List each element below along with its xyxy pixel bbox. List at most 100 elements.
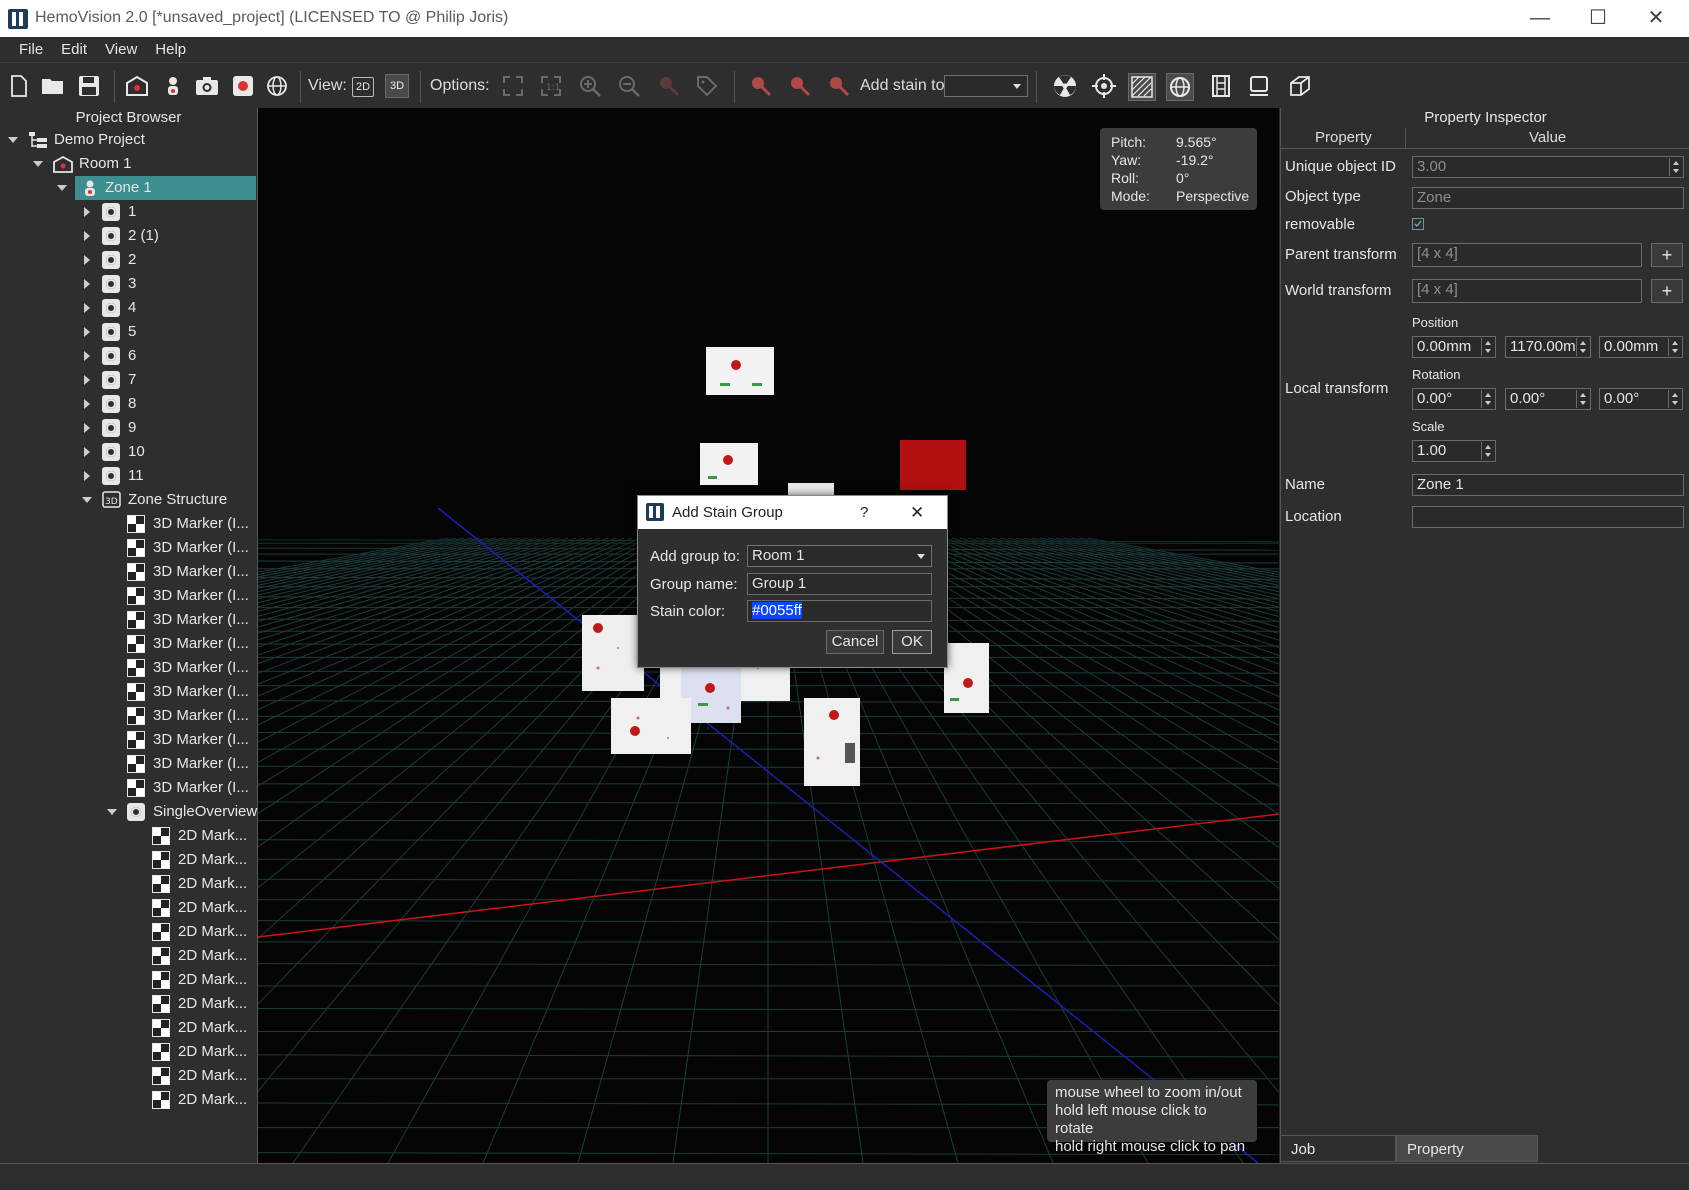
tree-item-single-overview[interactable]: SingleOverview: [0, 800, 257, 824]
add-stain-select[interactable]: [944, 75, 1028, 97]
tree-item-2d-marker[interactable]: 2D Mark...: [0, 848, 257, 872]
expand-toggle[interactable]: [84, 399, 90, 409]
object-type-field[interactable]: Zone: [1412, 187, 1684, 209]
tree-item-zone-structure[interactable]: 3D Zone Structure: [0, 488, 257, 512]
save-icon[interactable]: [76, 73, 102, 99]
perspective-cube-icon[interactable]: [1287, 73, 1313, 99]
expand-toggle[interactable]: [84, 303, 90, 313]
dialog-close-button[interactable]: ✕: [910, 503, 924, 523]
add-camera-icon[interactable]: [194, 73, 220, 99]
close-window-button[interactable]: ✕: [1633, 4, 1679, 32]
tree-item-2d-marker[interactable]: 2D Mark...: [0, 896, 257, 920]
tree-item-3d-marker[interactable]: 3D Marker (I...: [0, 632, 257, 656]
actual-size-icon[interactable]: 1:1: [538, 73, 564, 99]
tree-item-2d-marker[interactable]: 2D Mark...: [0, 1016, 257, 1040]
expand-toggle[interactable]: [84, 471, 90, 481]
menu-help[interactable]: Help: [146, 37, 195, 62]
stain-color-input[interactable]: #0055ff: [747, 600, 932, 622]
tree-item-2d-marker[interactable]: 2D Mark...: [0, 1040, 257, 1064]
tree-item-camera[interactable]: 8: [0, 392, 257, 416]
tree-item-2d-marker[interactable]: 2D Mark...: [0, 944, 257, 968]
view-2d-button[interactable]: 2D: [352, 77, 374, 97]
add-marker-icon[interactable]: [230, 73, 256, 99]
tree-item-3d-marker[interactable]: 3D Marker (I...: [0, 512, 257, 536]
expand-toggle[interactable]: [84, 231, 90, 241]
fit-view-icon[interactable]: [500, 73, 526, 99]
expand-toggle[interactable]: [84, 375, 90, 385]
stain-remove-icon[interactable]: [826, 73, 852, 99]
help-button[interactable]: ?: [860, 504, 868, 521]
parent-transform-expand-button[interactable]: +: [1651, 243, 1683, 267]
tree-item-demo-project[interactable]: Demo Project: [0, 128, 257, 152]
tree-item-camera[interactable]: 6: [0, 344, 257, 368]
open-folder-icon[interactable]: [40, 73, 66, 99]
tree-item-camera[interactable]: 9: [0, 416, 257, 440]
globe-icon[interactable]: [264, 73, 290, 99]
expand-toggle[interactable]: [84, 351, 90, 361]
new-file-icon[interactable]: [6, 73, 32, 99]
scale-field[interactable]: 1.00: [1412, 440, 1496, 462]
minimize-button[interactable]: —: [1517, 4, 1563, 32]
spinner-icon[interactable]: [1481, 390, 1494, 408]
tree-item-3d-marker[interactable]: 3D Marker (I...: [0, 560, 257, 584]
radiation-icon[interactable]: [1052, 73, 1078, 99]
tree-item-2d-marker[interactable]: 2D Mark...: [0, 1064, 257, 1088]
stain-edit-icon[interactable]: [787, 73, 813, 99]
film-strip-icon[interactable]: [1208, 73, 1234, 99]
add-room-icon[interactable]: [124, 73, 150, 99]
tree-item-camera[interactable]: 4: [0, 296, 257, 320]
spinner-icon[interactable]: [1481, 338, 1494, 356]
menu-view[interactable]: View: [96, 37, 146, 62]
expand-toggle[interactable]: [84, 279, 90, 289]
expand-toggle[interactable]: [84, 255, 90, 265]
zoom-out-icon[interactable]: [616, 73, 642, 99]
expand-toggle[interactable]: [84, 327, 90, 337]
spinner-icon[interactable]: [1669, 158, 1682, 176]
expand-toggle[interactable]: [84, 423, 90, 433]
tree-item-3d-marker[interactable]: 3D Marker (I...: [0, 776, 257, 800]
cancel-button[interactable]: Cancel: [826, 630, 884, 654]
maximize-button[interactable]: ☐: [1575, 4, 1621, 32]
position-z-field[interactable]: 0.00mm: [1599, 336, 1683, 358]
unique-id-field[interactable]: 3.00: [1412, 156, 1684, 178]
tree-item-2d-marker[interactable]: 2D Mark...: [0, 824, 257, 848]
position-y-field[interactable]: 1170.00m: [1505, 336, 1591, 358]
spinner-icon[interactable]: [1576, 338, 1589, 356]
tree-item-camera[interactable]: 11: [0, 464, 257, 488]
group-name-input[interactable]: Group 1: [747, 573, 932, 595]
add-group-select[interactable]: Room 1: [747, 545, 932, 567]
hatch-grid-icon[interactable]: [1128, 73, 1156, 101]
tab-property-inspector[interactable]: Property Inspector: [1396, 1135, 1538, 1185]
world-transform-field[interactable]: [4 x 4]: [1412, 279, 1642, 303]
menu-edit[interactable]: Edit: [52, 37, 96, 62]
zoom-in-icon[interactable]: [577, 73, 603, 99]
expand-toggle[interactable]: [84, 207, 90, 217]
tree-item-zone[interactable]: Zone 1: [75, 176, 256, 200]
tree-item-3d-marker[interactable]: 3D Marker (I...: [0, 704, 257, 728]
ok-button[interactable]: OK: [892, 630, 932, 654]
tree-item-2d-marker[interactable]: 2D Mark...: [0, 872, 257, 896]
location-field[interactable]: [1412, 506, 1684, 528]
tree-item-room[interactable]: Room 1: [0, 152, 257, 176]
stain-add-icon[interactable]: [748, 73, 774, 99]
removable-checkbox[interactable]: [1412, 218, 1424, 230]
tree-item-3d-marker[interactable]: 3D Marker (I...: [0, 680, 257, 704]
position-x-field[interactable]: 0.00mm: [1412, 336, 1496, 358]
tree-item-camera[interactable]: 3: [0, 272, 257, 296]
tree-item-3d-marker[interactable]: 3D Marker (I...: [0, 656, 257, 680]
view-3d-button[interactable]: 3D: [385, 74, 409, 98]
tree-item-3d-marker[interactable]: 3D Marker (I...: [0, 728, 257, 752]
tree-item-camera[interactable]: 2 (1): [0, 224, 257, 248]
tree-item-3d-marker[interactable]: 3D Marker (I...: [0, 536, 257, 560]
tab-job-dispatcher[interactable]: Job Dispatcher: [1280, 1135, 1396, 1185]
rotation-y-field[interactable]: 0.00°: [1505, 388, 1591, 410]
spinner-icon[interactable]: [1668, 390, 1681, 408]
tree-item-3d-marker[interactable]: 3D Marker (I...: [0, 608, 257, 632]
expand-toggle[interactable]: [84, 447, 90, 457]
spinner-icon[interactable]: [1481, 442, 1494, 460]
tree-item-camera[interactable]: 2: [0, 248, 257, 272]
expand-toggle[interactable]: [33, 161, 43, 167]
tree-item-3d-marker[interactable]: 3D Marker (I...: [0, 584, 257, 608]
target-icon[interactable]: [1091, 73, 1117, 99]
tree-item-camera[interactable]: 5: [0, 320, 257, 344]
